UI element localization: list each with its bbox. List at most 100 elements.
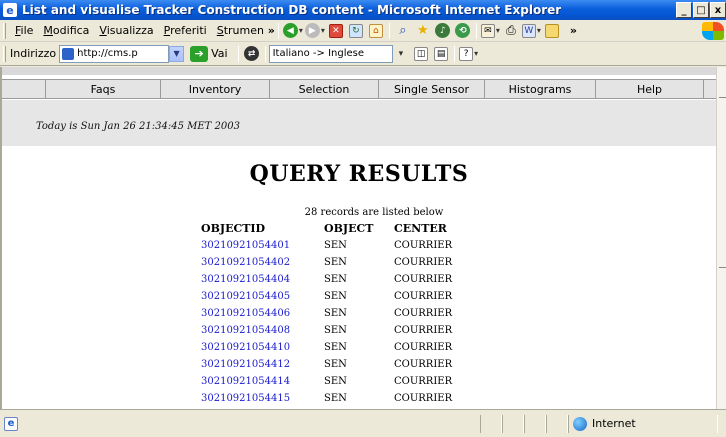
results-table: OBJECTID OBJECT CENTER 30210921054401 SEN…: [198, 220, 484, 407]
page-icon: [62, 47, 75, 60]
ie-logo-icon[interactable]: e: [3, 3, 17, 17]
title-bar: e List and visualise Tracker Constructio…: [0, 0, 726, 20]
refresh-button[interactable]: ↻: [347, 22, 365, 40]
history-icon: ⟲: [455, 23, 471, 38]
object-cell: SEN: [324, 291, 347, 302]
mail-icon: ✉: [480, 23, 495, 38]
menu-file[interactable]: File: [10, 24, 38, 37]
toolbar-grip[interactable]: [3, 45, 6, 62]
toolbar-separator: [454, 45, 456, 62]
nav-inventory[interactable]: Inventory: [161, 80, 270, 98]
table-row: 30210921054412 SEN COURRIER: [198, 356, 484, 373]
nav-faqs[interactable]: Faqs: [46, 80, 161, 98]
center-cell: COURRIER: [394, 308, 453, 319]
chevron-down-icon: ▾: [495, 26, 500, 35]
objectid-link[interactable]: 30210921054415: [201, 393, 290, 404]
status-bar: e Internet: [0, 409, 726, 437]
nav-help[interactable]: Help: [596, 80, 704, 98]
edit-button[interactable]: W ▾: [521, 22, 541, 40]
object-cell: SEN: [324, 325, 347, 336]
objectid-link[interactable]: 30210921054412: [201, 359, 290, 370]
chevron-down-icon: ▾: [298, 26, 303, 35]
objectid-cell: 30210921054406: [198, 305, 322, 322]
stop-button[interactable]: ✕: [327, 22, 345, 40]
menu-modifica-label: Modifica: [43, 24, 90, 37]
scroll-tick: [719, 97, 726, 98]
page-title: QUERY RESULTS: [249, 161, 469, 187]
star-icon: ★: [417, 23, 429, 38]
toolbar-grip[interactable]: [3, 22, 6, 39]
objectid-link[interactable]: 30210921054410: [201, 342, 290, 353]
center-cell: COURRIER: [394, 257, 453, 268]
date-line: Today is Sun Jan 26 21:34:45 MET 2003: [36, 121, 240, 132]
print-button[interactable]: ⎙: [502, 22, 520, 40]
home-button[interactable]: ⌂: [367, 22, 385, 40]
help-toolbar-button[interactable]: ? ▾: [459, 45, 478, 63]
objectid-link[interactable]: 30210921054404: [201, 274, 290, 285]
center-cell: COURRIER: [394, 393, 453, 404]
table-row: 30210921054405 SEN COURRIER: [198, 288, 484, 305]
chevron-down-icon: ▾: [320, 26, 325, 35]
forward-arrow-icon: ▶: [304, 23, 320, 38]
object-cell: SEN: [324, 393, 347, 404]
objectid-link[interactable]: 30210921054401: [201, 240, 290, 251]
favorites-button[interactable]: ★: [414, 22, 432, 40]
search-button[interactable]: ⌕: [394, 22, 412, 40]
go-button[interactable]: Vai: [211, 47, 227, 60]
objectid-link[interactable]: 30210921054405: [201, 291, 290, 302]
maximize-button[interactable]: □: [693, 2, 709, 18]
nav-selection[interactable]: Selection: [270, 80, 379, 98]
objectid-link[interactable]: 30210921054414: [201, 376, 290, 387]
top-strip: [2, 67, 716, 75]
word-icon: W: [521, 23, 536, 38]
address-dropdown-button[interactable]: ▼: [169, 45, 185, 62]
menu-strumenti[interactable]: Strumenti: [212, 24, 264, 37]
vertical-scrollbar[interactable]: [716, 67, 726, 409]
objectid-link[interactable]: 30210921054406: [201, 308, 290, 319]
back-arrow-icon: ◀: [282, 23, 298, 38]
translate-button[interactable]: ⇄: [243, 45, 261, 63]
table-row: 30210921054404 SEN COURRIER: [198, 271, 484, 288]
back-button[interactable]: ◀ ▾: [282, 22, 303, 40]
nav-histograms[interactable]: Histograms: [485, 80, 596, 98]
object-cell: SEN: [324, 308, 347, 319]
object-cell: SEN: [324, 359, 347, 370]
objectid-cell: 30210921054408: [198, 322, 322, 339]
media-button[interactable]: ♪: [434, 22, 452, 40]
menu-visualizza[interactable]: Visualizza: [94, 24, 158, 37]
minimize-button[interactable]: _: [676, 2, 692, 18]
print-icon: ⎙: [506, 23, 516, 37]
window-title: List and visualise Tracker Construction …: [22, 3, 562, 17]
address-input[interactable]: http://cms.p: [59, 44, 170, 63]
objectid-cell: 30210921054402: [198, 254, 322, 271]
toolbar-separator: [237, 45, 239, 62]
table-row: 30210921054401 SEN COURRIER: [198, 237, 484, 254]
highlight-button[interactable]: ▤: [432, 45, 450, 63]
status-cell: [480, 414, 502, 433]
translate-page-button[interactable]: ◫: [412, 45, 430, 63]
forward-button[interactable]: ▶ ▾: [304, 22, 325, 40]
toolbar-separator: [264, 45, 266, 62]
object-cell: SEN: [324, 376, 347, 387]
close-button[interactable]: x: [710, 2, 726, 18]
objectid-link[interactable]: 30210921054408: [201, 325, 290, 336]
history-button[interactable]: ⟲: [454, 22, 472, 40]
menu-overflow-chevron[interactable]: »: [268, 24, 275, 37]
nav-spacer: [2, 80, 46, 98]
column-header-center: CENTER: [394, 222, 447, 235]
address-bar: Indirizzo http://cms.p ▼ ➔ Vai ⇄ Italian…: [0, 42, 726, 66]
menu-modifica[interactable]: Modifica: [38, 24, 94, 37]
center-cell: COURRIER: [394, 376, 453, 387]
security-zone: Internet: [568, 414, 718, 433]
nav-single-sensor[interactable]: Single Sensor: [379, 80, 485, 98]
mail-button[interactable]: ✉ ▾: [480, 22, 500, 40]
folder-button[interactable]: [543, 22, 561, 40]
table-row: 30210921054415 SEN COURRIER: [198, 390, 484, 407]
status-cell: [502, 414, 524, 433]
toolbar-overflow-chevron[interactable]: »: [570, 24, 577, 37]
translate-dropdown-arrow[interactable]: ▾: [399, 49, 404, 59]
menu-preferiti[interactable]: Preferiti: [159, 24, 212, 37]
go-arrow-icon[interactable]: ➔: [190, 45, 209, 62]
translate-select[interactable]: Italiano -> Inglese: [268, 44, 393, 63]
objectid-link[interactable]: 30210921054402: [201, 257, 290, 268]
